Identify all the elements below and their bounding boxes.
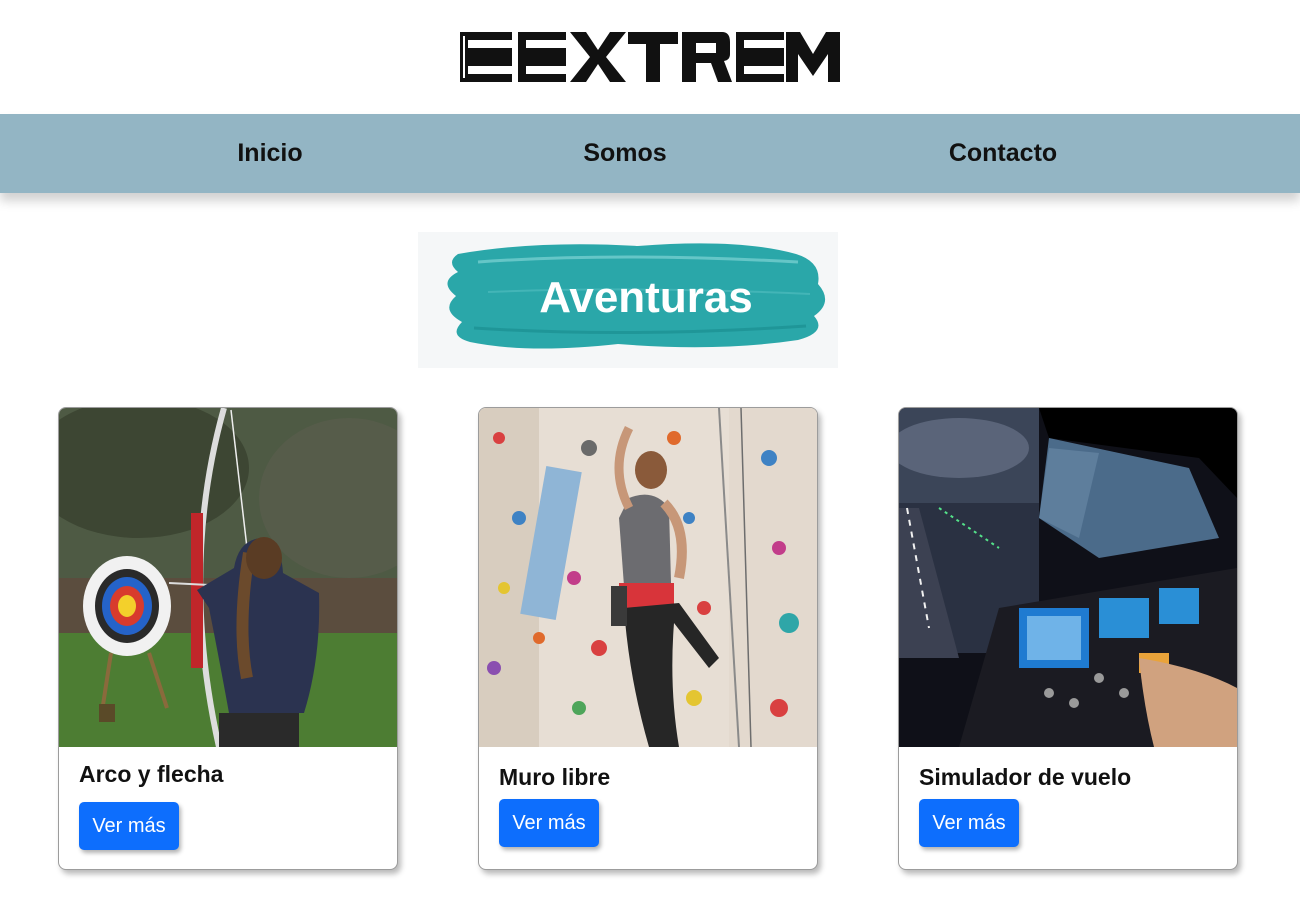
adventure-card-muro: Muro libre Ver más [478, 407, 818, 870]
adventure-card-simulador: Simulador de vuelo Ver más [898, 407, 1238, 870]
main-navbar: Inicio Somos Contacto [0, 114, 1300, 193]
ver-mas-button[interactable]: Ver más [499, 799, 599, 847]
ver-mas-button[interactable]: Ver más [919, 799, 1019, 847]
card-title: Muro libre [499, 764, 611, 790]
card-image-archery[interactable] [59, 408, 397, 747]
ver-mas-button[interactable]: Ver más [79, 802, 179, 850]
section-title-banner: Aventuras [418, 232, 838, 368]
adventure-card-arco: Arco y flecha Ver más [58, 407, 398, 870]
climbing-wall-photo-illustration [479, 408, 817, 747]
card-image-flight-simulator[interactable] [899, 408, 1237, 747]
flight-simulator-photo-illustration [899, 408, 1237, 747]
site-logo[interactable] [460, 30, 840, 84]
nav-link-somos[interactable]: Somos [583, 114, 666, 193]
site-header [0, 0, 1300, 114]
card-title: Simulador de vuelo [919, 764, 1132, 790]
card-title: Arco y flecha [79, 761, 224, 787]
extrem-logo-graphic [460, 32, 840, 82]
nav-link-inicio[interactable]: Inicio [237, 114, 302, 193]
nav-link-contacto[interactable]: Contacto [949, 114, 1057, 193]
section-title: Aventuras [539, 273, 753, 322]
card-image-climbing[interactable] [479, 408, 817, 747]
archery-photo-illustration [59, 408, 397, 747]
